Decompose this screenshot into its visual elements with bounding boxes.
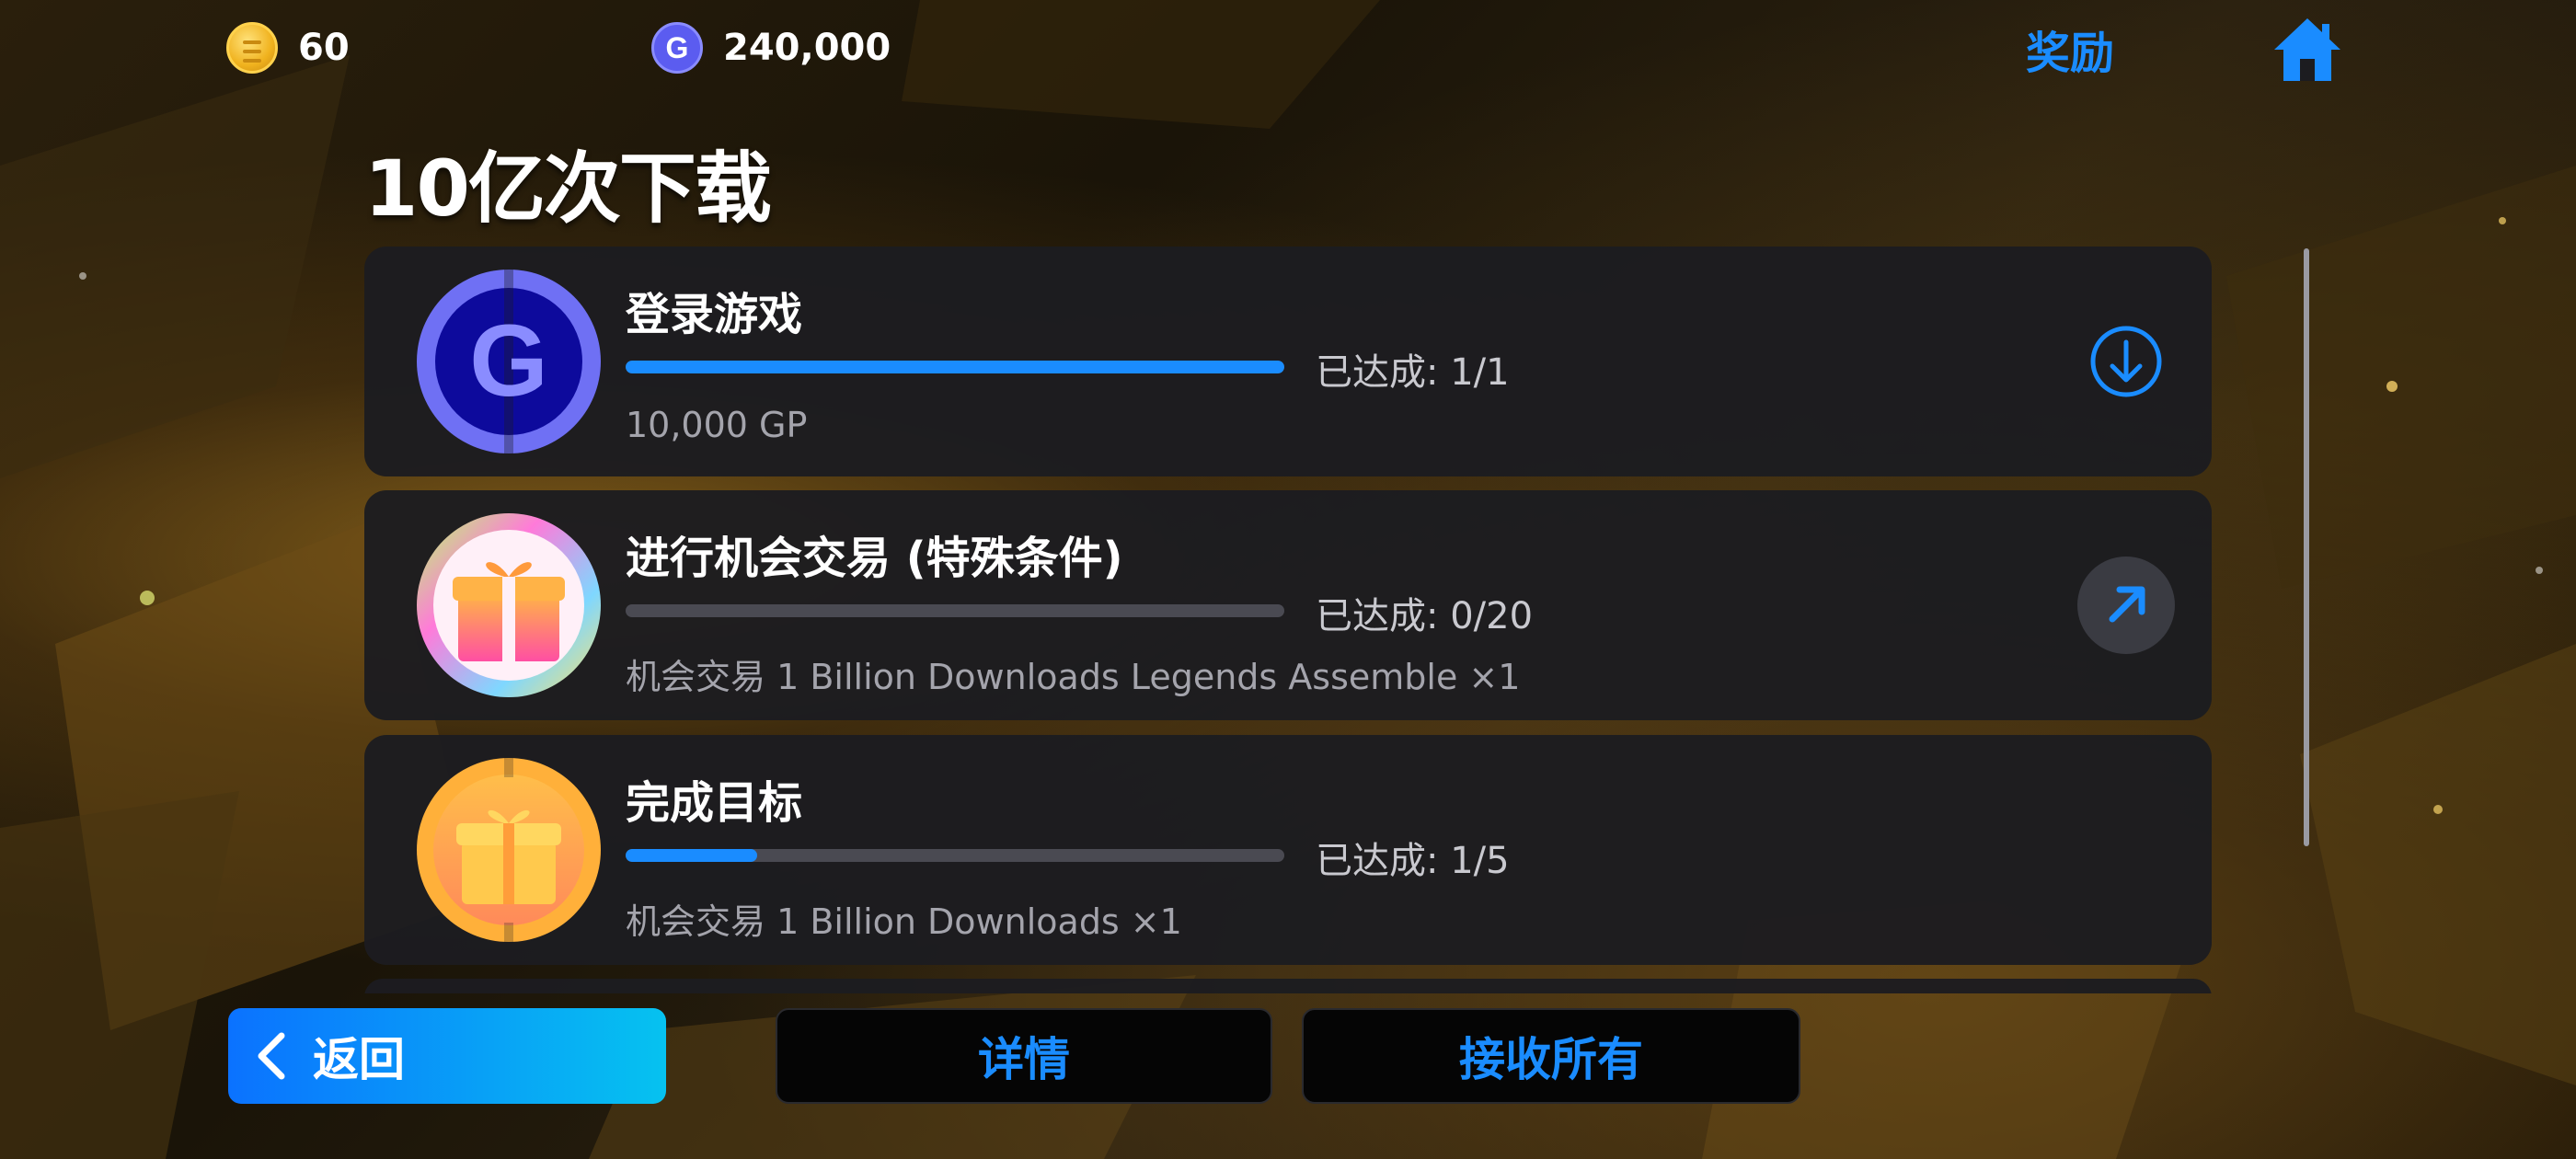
go-arrow-button[interactable] (2077, 557, 2175, 654)
back-label: 返回 (313, 1033, 405, 1086)
gp-coin-icon: G (417, 269, 601, 454)
progress-fill (626, 849, 758, 862)
coin-icon (226, 22, 278, 74)
progress-bar (626, 361, 1284, 373)
details-button[interactable]: 详情 (776, 1008, 1272, 1104)
list-scrollbar[interactable] (2304, 248, 2309, 846)
gp-amount: 240,000 (723, 27, 891, 69)
chevron-left-icon (258, 1032, 285, 1080)
coin-amount: 60 (298, 27, 350, 69)
rainbow-gift-icon (417, 513, 601, 697)
progress-bar (626, 604, 1284, 617)
claim-download-icon[interactable] (2077, 313, 2175, 410)
mission-card[interactable]: G 登录游戏 已达成: 1/1 10,000 GP (364, 247, 2212, 476)
page-title: 10亿次下载 (364, 143, 772, 234)
progress-label: 已达成: 0/20 (1316, 595, 1534, 637)
gp-balance: G 240,000 (651, 20, 891, 75)
mission-list[interactable]: G 登录游戏 已达成: 1/1 10,000 GP 进行机会交易 (特殊条件) … (364, 247, 2212, 993)
progress-bar (626, 849, 1284, 862)
claim-all-button[interactable]: 接收所有 (1302, 1008, 1800, 1104)
progress-fill (626, 361, 1284, 373)
mission-name: 登录游戏 (626, 289, 803, 340)
go-arrow-icon (2109, 586, 2145, 623)
reward-label: 10,000 GP (626, 405, 808, 445)
back-button[interactable]: 返回 (228, 1008, 666, 1104)
mission-name: 进行机会交易 (特殊条件) (626, 533, 1123, 584)
mission-card[interactable] (364, 979, 2212, 993)
reward-label: 机会交易 1 Billion Downloads Legends Assembl… (626, 657, 1521, 697)
rewards-tab[interactable]: 奖励 (2026, 17, 2114, 81)
mission-name: 完成目标 (626, 777, 803, 829)
gp-icon: G (651, 22, 703, 74)
progress-label: 已达成: 1/1 (1316, 351, 1510, 394)
progress-label: 已达成: 1/5 (1316, 840, 1510, 882)
mission-card[interactable]: 进行机会交易 (特殊条件) 已达成: 0/20 机会交易 1 Billion D… (364, 490, 2212, 720)
mission-card[interactable]: 完成目标 已达成: 1/5 机会交易 1 Billion Downloads ×… (364, 735, 2212, 965)
svg-text:G: G (469, 304, 548, 418)
reward-label: 机会交易 1 Billion Downloads ×1 (626, 901, 1182, 942)
coin-balance: 60 (226, 20, 350, 75)
gold-gift-icon (417, 757, 601, 943)
home-icon[interactable] (2271, 13, 2344, 86)
